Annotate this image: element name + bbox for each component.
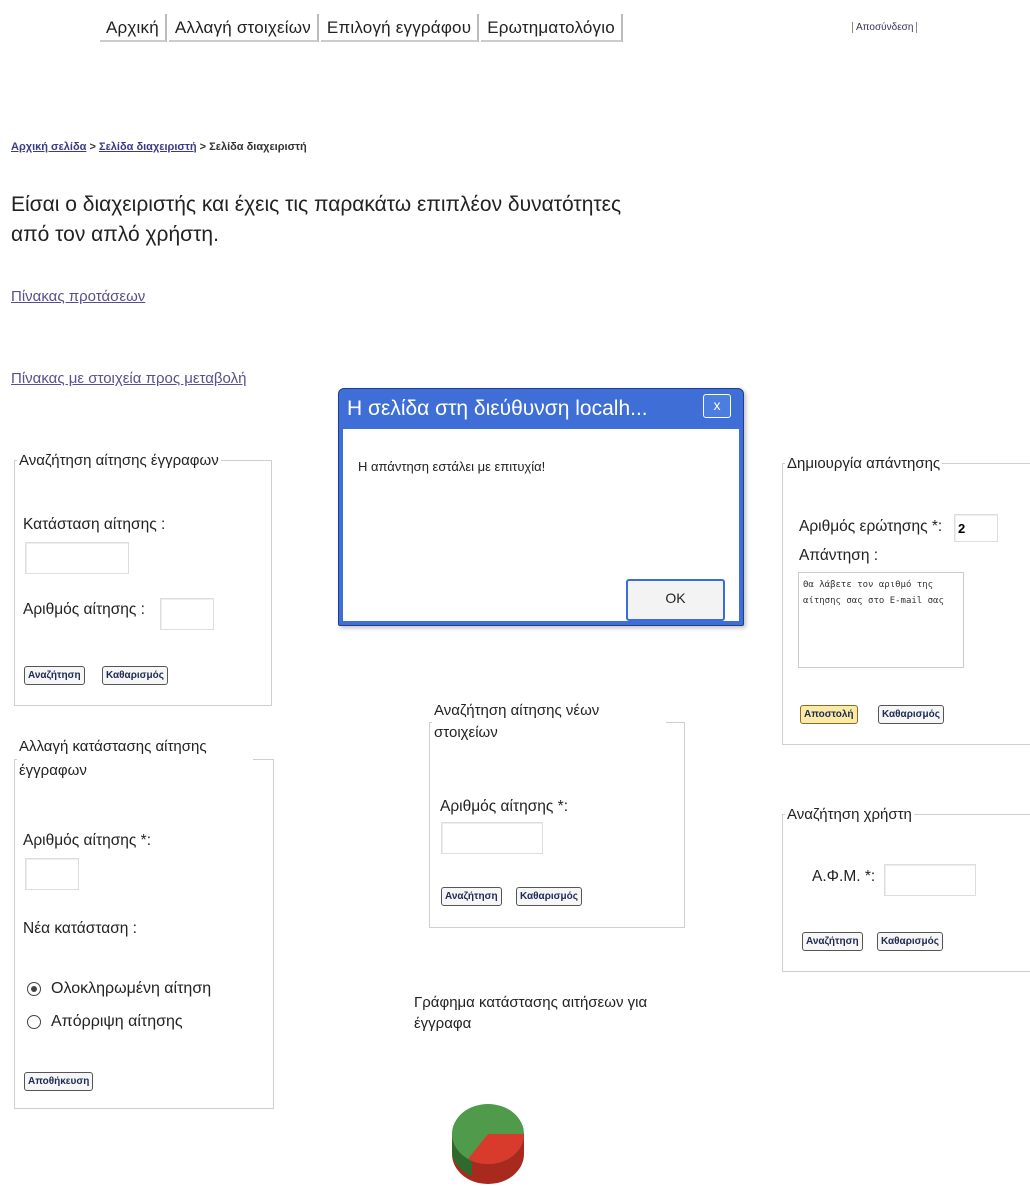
- request-number-label: Αριθμός αίτησης *:: [440, 798, 568, 815]
- clear-button[interactable]: Καθαρισμός: [878, 705, 944, 724]
- request-number-label: Αριθμός αίτησης :: [23, 601, 145, 618]
- logout-link[interactable]: Αποσύνδεση: [852, 22, 918, 33]
- panel-title: Αλλαγή κατάστασης αίτησης έγγραφων: [19, 738, 207, 779]
- afm-input[interactable]: [884, 864, 976, 896]
- close-icon[interactable]: x: [703, 394, 731, 418]
- nav-select-document[interactable]: Επιλογή εγγράφου: [320, 14, 480, 42]
- new-status-label: Νέα κατάσταση :: [23, 920, 137, 937]
- clear-button[interactable]: Καθαρισμός: [516, 887, 582, 906]
- panel-title: Αναζήτηση αίτησης έγγραφων: [19, 452, 219, 469]
- top-nav: Αρχική Αλλαγή στοιχείων Επιλογή εγγράφου…: [100, 14, 625, 42]
- panel-title: Αναζήτηση αίτησης νέων στοιχείων: [434, 702, 600, 741]
- status-pie-chart: [452, 1104, 524, 1184]
- breadcrumb-home[interactable]: Αρχική σελίδα: [11, 141, 86, 153]
- proposals-table-link[interactable]: Πίνακας προτάσεων: [11, 288, 145, 305]
- panel-title: Δημιουργία απάντησης: [787, 455, 941, 472]
- radio-complete-request[interactable]: Ολοκληρωμένη αίτηση: [27, 980, 211, 998]
- request-status-input[interactable]: [25, 542, 129, 574]
- alert-dialog: Η σελίδα στη διεύθυνση localh... x Η απά…: [338, 388, 744, 626]
- chart-title: Γράφημα κατάστασης αιτήσεων για έγγραφα: [414, 994, 648, 1032]
- request-number-input[interactable]: [160, 598, 214, 630]
- radio-unchecked-icon[interactable]: [27, 1015, 41, 1029]
- dialog-message: Η απάντηση εστάλει με επιτυχία!: [358, 459, 546, 474]
- panel-title: Αναζήτηση χρήστη: [787, 806, 912, 823]
- search-button[interactable]: Αναζήτηση: [802, 932, 863, 951]
- breadcrumb-separator: >: [199, 141, 207, 153]
- clear-button[interactable]: Καθαρισμός: [102, 666, 168, 685]
- breadcrumb-separator: >: [89, 141, 96, 153]
- nav-home[interactable]: Αρχική: [100, 14, 167, 42]
- changes-table-link[interactable]: Πίνακας με στοιχεία προς μεταβολή: [11, 370, 246, 387]
- nav-change-details[interactable]: Αλλαγή στοιχείων: [168, 14, 319, 42]
- send-button[interactable]: Αποστολή: [800, 705, 858, 724]
- request-number-input[interactable]: [441, 822, 543, 854]
- request-number-input[interactable]: [25, 858, 79, 890]
- question-number-input[interactable]: [954, 514, 998, 542]
- search-button[interactable]: Αναζήτηση: [24, 666, 85, 685]
- answer-textarea[interactable]: Θα λάβετε τον αριθμό της αίτησης σας στο…: [798, 572, 964, 668]
- breadcrumb-admin[interactable]: Σελίδα διαχειριστή: [99, 141, 197, 153]
- ok-button[interactable]: OK: [626, 579, 725, 621]
- radio-label: Ολοκληρωμένη αίτηση: [51, 980, 212, 997]
- clear-button[interactable]: Καθαρισμός: [877, 932, 943, 951]
- page-intro: Είσαι ο διαχειριστής και έχεις τις παρακ…: [11, 193, 622, 246]
- nav-questionnaire[interactable]: Ερωτηματολόγιο: [481, 14, 623, 42]
- breadcrumb: Αρχική σελίδα > Σελίδα διαχειριστή > Σελ…: [11, 141, 307, 153]
- radio-reject-request[interactable]: Απόρριψη αίτησης: [27, 1013, 183, 1031]
- answer-label: Απάντηση :: [799, 547, 879, 564]
- dialog-body: Η απάντηση εστάλει με επιτυχία! OK: [343, 429, 739, 621]
- request-number-label: Αριθμός αίτησης *:: [23, 832, 151, 849]
- dialog-title: Η σελίδα στη διεύθυνση localh...: [347, 397, 648, 420]
- radio-checked-icon[interactable]: [27, 982, 41, 996]
- question-number-label: Αριθμός ερώτησης *:: [799, 518, 943, 535]
- request-status-label: Κατάσταση αίτησης :: [23, 516, 166, 533]
- breadcrumb-current: Σελίδα διαχειριστή: [209, 141, 307, 153]
- afm-label: Α.Φ.Μ. *:: [812, 868, 876, 885]
- search-button[interactable]: Αναζήτηση: [441, 887, 502, 906]
- radio-label: Απόρριψη αίτησης: [51, 1013, 183, 1030]
- save-button[interactable]: Αποθήκευση: [24, 1072, 94, 1091]
